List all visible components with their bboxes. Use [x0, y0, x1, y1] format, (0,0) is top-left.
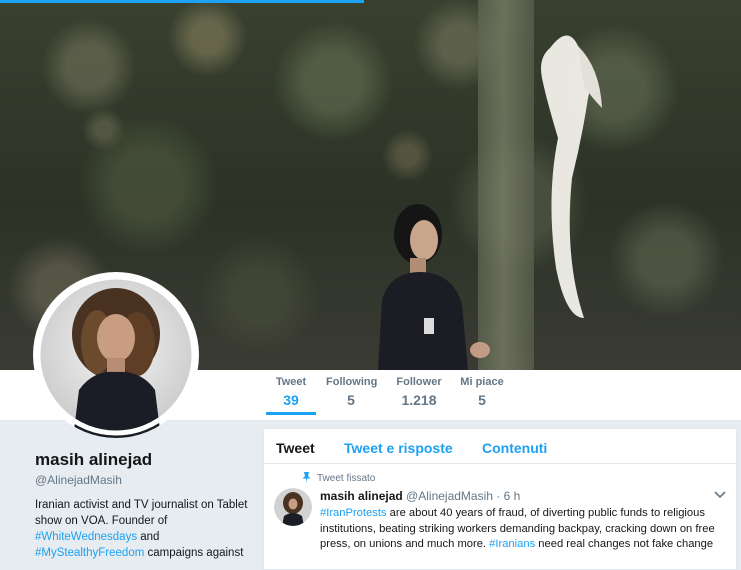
stat-tweets-label: Tweet — [275, 376, 307, 388]
stat-likes-label: Mi piace — [460, 376, 504, 388]
tweet-author-avatar-image — [274, 488, 312, 526]
chevron-down-icon[interactable] — [714, 491, 726, 499]
tab-media[interactable]: Contenuti — [482, 440, 547, 456]
stat-followers-label: Follower — [396, 376, 442, 388]
tab-tweets[interactable]: Tweet — [276, 440, 315, 456]
pin-icon — [302, 472, 311, 483]
profile-handle[interactable]: @AlinejadMasih — [35, 473, 260, 487]
pinned-label-text: Tweet fissato — [317, 473, 376, 484]
banner-woman-figure — [378, 204, 490, 370]
stat-following-value: 5 — [347, 392, 355, 408]
profile-card: masih alinejad @AlinejadMasih Iranian ac… — [35, 450, 260, 561]
tweet-author-avatar[interactable] — [274, 488, 312, 526]
hashtag-my-stealthy-freedom[interactable]: #MyStealthyFreedom — [35, 547, 144, 559]
loading-progress-bar — [0, 0, 364, 3]
stat-tweets[interactable]: Tweet 39 — [266, 376, 316, 415]
tweet-text-end: need real changes not fake change — [538, 538, 714, 550]
stat-tweets-value: 39 — [283, 392, 299, 408]
stat-following[interactable]: Following 5 — [326, 376, 378, 408]
timeline-panel: Tweet Tweet e risposte Contenuti Tweet f… — [263, 428, 737, 570]
tweet-text: #IranProtests are about 40 years of frau… — [320, 506, 725, 553]
bio-text: Iranian activist and TV journalist on Ta… — [35, 499, 248, 527]
profile-name[interactable]: masih alinejad — [35, 450, 260, 470]
tweet-separator: · — [496, 489, 501, 503]
stat-likes[interactable]: Mi piace 5 — [458, 376, 506, 408]
profile-avatar[interactable] — [33, 272, 199, 438]
tweet-author-name[interactable]: masih alinejad — [320, 489, 403, 503]
stat-followers-value: 1.218 — [401, 392, 437, 408]
tweet-timestamp[interactable]: 6 h — [504, 489, 521, 503]
hashtag-iran-protests[interactable]: #IranProtests — [320, 507, 387, 519]
banner-white-scarf — [541, 35, 602, 318]
timeline-tabs: Tweet Tweet e risposte Contenuti — [264, 429, 736, 464]
stat-following-label: Following — [326, 376, 378, 388]
pinned-label: Tweet fissato — [302, 472, 375, 484]
stat-likes-value: 5 — [478, 392, 486, 408]
profile-bio: Iranian activist and TV journalist on Ta… — [35, 497, 260, 561]
tweet-header: masih alinejad @AlinejadMasih · 6 h — [320, 489, 520, 503]
hashtag-white-wednesdays[interactable]: #WhiteWednesdays — [35, 531, 137, 543]
bio-text-end: campaigns against — [147, 547, 244, 559]
bio-text-and: and — [140, 531, 160, 543]
profile-avatar-image — [35, 274, 197, 438]
tab-tweets-and-replies[interactable]: Tweet e risposte — [344, 440, 453, 456]
stat-followers[interactable]: Follower 1.218 — [392, 376, 446, 408]
hashtag-iranians[interactable]: #Iranians — [489, 538, 535, 550]
tweet-author-handle[interactable]: @AlinejadMasih — [406, 489, 493, 503]
